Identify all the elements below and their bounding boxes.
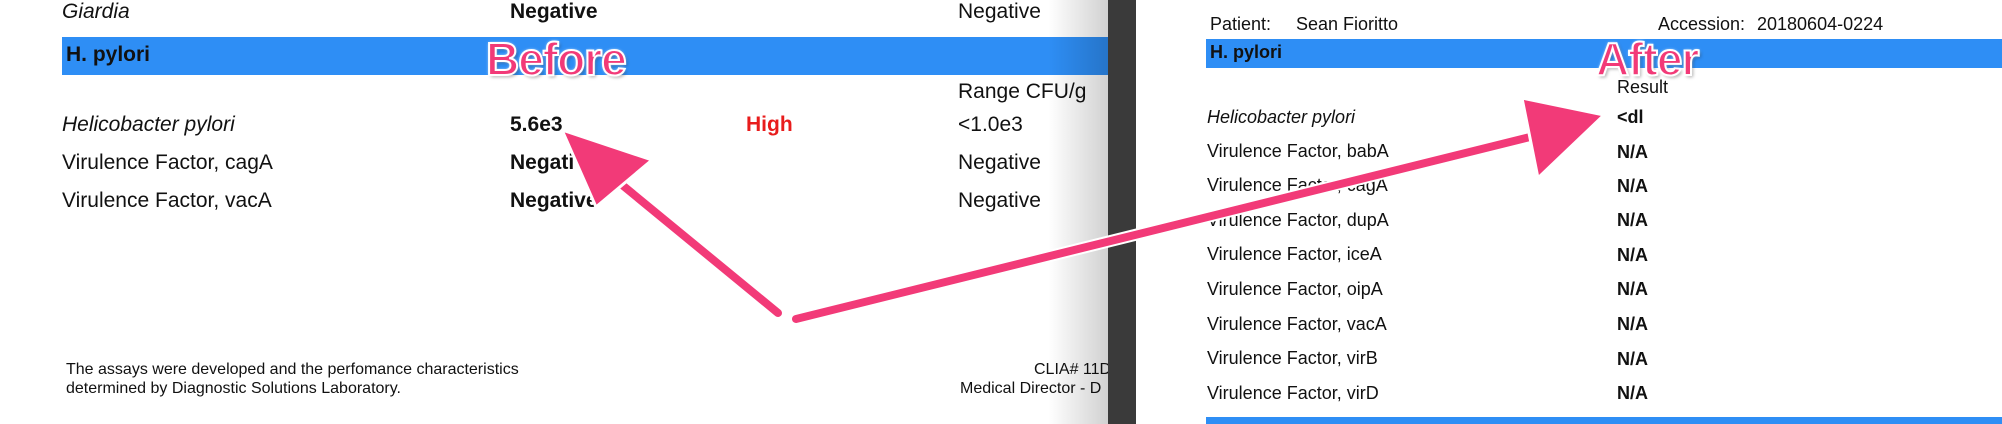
- arrow-to-before-value: [560, 128, 784, 319]
- annotation-arrows: [560, 96, 1606, 325]
- arrow-to-after-value: [790, 96, 1606, 325]
- after-caption: After: [1595, 32, 1700, 86]
- before-caption: Before: [485, 32, 628, 86]
